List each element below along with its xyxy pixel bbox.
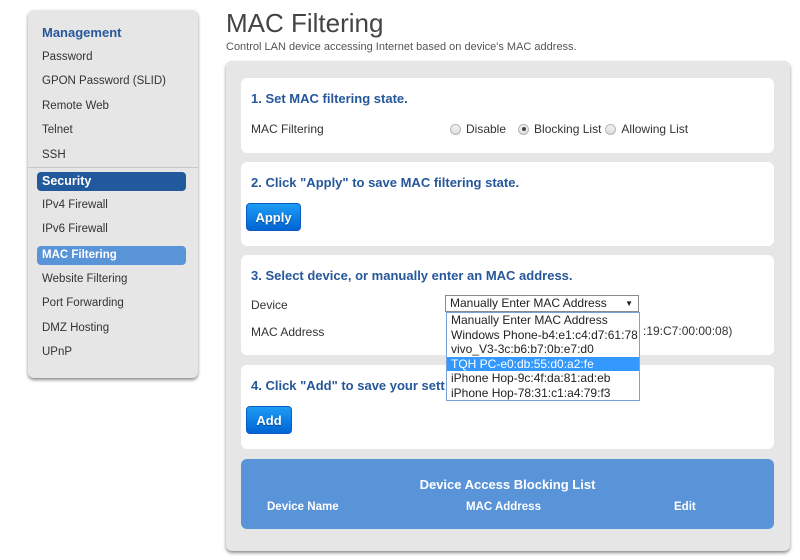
- blocking-list-title: Device Access Blocking List: [419, 477, 596, 492]
- column-header-device-name: Device Name: [267, 501, 339, 513]
- step1-card: 1. Set MAC filtering state. MAC Filterin…: [241, 78, 774, 153]
- page-subtitle: Control LAN device accessing Internet ba…: [226, 41, 577, 53]
- sidebar-item-password[interactable]: Password: [42, 51, 93, 63]
- step4-title: 4. Click "Add" to save your sett: [251, 378, 445, 393]
- mac-address-label: MAC Address: [251, 325, 325, 339]
- device-select-value: Manually Enter MAC Address: [450, 296, 607, 310]
- apply-button[interactable]: Apply: [246, 203, 301, 231]
- radio-disable-label[interactable]: Disable: [466, 122, 506, 136]
- radio-disable[interactable]: [450, 123, 461, 135]
- sidebar-divider: [28, 167, 198, 168]
- radio-blocking-list-label[interactable]: Blocking List: [534, 122, 601, 136]
- sidebar-item-mac-filtering[interactable]: MAC Filtering: [37, 246, 186, 265]
- sidebar: Management Password GPON Password (SLID)…: [28, 10, 198, 378]
- dropdown-option[interactable]: vivo_V3-3c:b6:b7:0b:e7:d0: [447, 342, 639, 357]
- sidebar-item-gpon-password[interactable]: GPON Password (SLID): [42, 75, 166, 87]
- dropdown-option[interactable]: Manually Enter MAC Address: [447, 313, 639, 328]
- mac-filtering-label: MAC Filtering: [251, 122, 324, 136]
- device-dropdown-list: Manually Enter MAC Address Windows Phone…: [446, 312, 640, 401]
- step2-card: 2. Click "Apply" to save MAC filtering s…: [241, 162, 774, 246]
- chevron-down-icon: ▼: [625, 299, 633, 308]
- device-label: Device: [251, 298, 288, 312]
- mac-address-hint: :19:C7:00:00:08): [643, 324, 733, 338]
- dropdown-option[interactable]: iPhone Hop-9c:4f:da:81:ad:eb: [447, 371, 639, 386]
- radio-allowing-list[interactable]: [605, 123, 617, 135]
- column-header-edit: Edit: [674, 501, 696, 513]
- sidebar-item-upnp[interactable]: UPnP: [42, 346, 72, 358]
- step2-title: 2. Click "Apply" to save MAC filtering s…: [251, 175, 520, 190]
- sidebar-item-remote-web[interactable]: Remote Web: [42, 100, 109, 112]
- blocking-list-table: Device Access Blocking List Device Name …: [241, 459, 774, 529]
- sidebar-item-ipv4-firewall[interactable]: IPv4 Firewall: [42, 199, 108, 211]
- column-header-mac-address: MAC Address: [466, 501, 541, 513]
- sidebar-heading-management: Management: [42, 25, 122, 40]
- radio-allowing-list-label[interactable]: Allowing List: [621, 122, 688, 136]
- sidebar-item-telnet[interactable]: Telnet: [42, 124, 73, 136]
- mac-filtering-radio-group: Disable Blocking List Allowing List: [450, 122, 700, 136]
- radio-blocking-list[interactable]: [518, 123, 530, 135]
- sidebar-heading-security[interactable]: Security: [37, 172, 186, 191]
- dropdown-option-highlighted[interactable]: TQH PC-e0:db:55:d0:a2:fe: [447, 356, 639, 371]
- sidebar-item-ssh[interactable]: SSH: [42, 149, 66, 161]
- page-title: MAC Filtering: [226, 8, 384, 38]
- dropdown-option[interactable]: Windows Phone-b4:e1:c4:d7:61:78: [447, 328, 639, 343]
- sidebar-item-website-filtering[interactable]: Website Filtering: [42, 273, 127, 285]
- step3-title: 3. Select device, or manually enter an M…: [251, 268, 573, 283]
- add-button[interactable]: Add: [246, 406, 292, 434]
- device-select[interactable]: Manually Enter MAC Address ▼: [445, 295, 639, 312]
- dropdown-option[interactable]: iPhone Hop-78:31:c1:a4:79:f3: [447, 386, 639, 401]
- sidebar-item-port-forwarding[interactable]: Port Forwarding: [42, 297, 124, 309]
- main-panel: 1. Set MAC filtering state. MAC Filterin…: [226, 61, 790, 551]
- step1-title: 1. Set MAC filtering state.: [251, 91, 408, 106]
- sidebar-item-dmz-hosting[interactable]: DMZ Hosting: [42, 322, 109, 334]
- sidebar-item-ipv6-firewall[interactable]: IPv6 Firewall: [42, 223, 108, 235]
